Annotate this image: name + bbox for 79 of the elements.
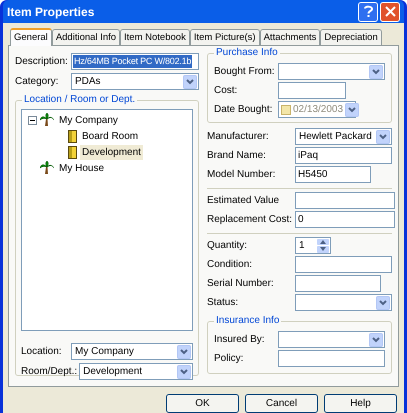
field-label: Condition: [207, 258, 254, 272]
field-label: Estimated Value [207, 194, 280, 208]
text-field[interactable] [295, 275, 381, 292]
combo-box[interactable]: My Company [71, 343, 193, 360]
door-icon [68, 130, 77, 142]
palm-tree-icon [40, 161, 54, 175]
tab[interactable]: Item Notebook [120, 29, 190, 45]
tab[interactable]: Additional Info [52, 29, 120, 45]
dropdown-button[interactable] [369, 64, 383, 78]
field-label: Manufacturer: [207, 130, 270, 144]
chevron-down-icon [372, 68, 380, 74]
field-label: Date Bought: [214, 103, 274, 117]
tree-item[interactable]: Board Room [80, 128, 140, 144]
field-label: Policy: [214, 352, 244, 366]
group-title: Location / Room or Dept. [22, 94, 138, 106]
text-field[interactable] [278, 82, 346, 99]
combo-box[interactable] [278, 331, 385, 348]
chevron-down-icon [186, 78, 194, 84]
field-label: Brand Name: [207, 149, 267, 163]
combo-box[interactable] [278, 63, 385, 80]
field-label: Model Number: [207, 168, 276, 182]
field-label: Room/Dept.: [21, 365, 78, 379]
help-button[interactable] [358, 2, 378, 22]
field-label: Quantity: [207, 239, 248, 253]
chevron-down-icon [180, 348, 188, 354]
chevron-down-icon [372, 336, 380, 342]
dropdown-button[interactable] [177, 364, 191, 378]
field-label: Category: [15, 75, 60, 89]
chevron-down-icon [180, 368, 188, 374]
combo-box[interactable]: Development [79, 363, 193, 380]
chevron-down-icon [379, 134, 387, 140]
arrow-up-icon [320, 240, 326, 244]
window-title: Item Properties [7, 4, 96, 20]
tree-item[interactable]: Development [80, 144, 143, 160]
field-label: Status: [207, 296, 240, 310]
question-mark-icon [364, 5, 372, 18]
palm-tree-icon [40, 113, 54, 127]
text-field[interactable] [278, 350, 385, 367]
dialog-button[interactable]: Cancel [245, 394, 318, 413]
tab[interactable]: Attachments [260, 29, 320, 45]
door-icon [68, 146, 77, 158]
chevron-down-icon [379, 300, 387, 306]
chevron-down-icon [348, 106, 356, 112]
text-field[interactable] [295, 256, 392, 273]
close-button[interactable] [380, 2, 400, 22]
field-label: Location: [21, 345, 63, 359]
field-label: Cost: [214, 84, 238, 98]
spin-buttons[interactable] [317, 238, 329, 252]
combo-box[interactable]: PDAs [71, 73, 199, 90]
text-field[interactable]: 0 [295, 211, 395, 228]
dialog-button[interactable]: OK [166, 394, 239, 413]
dropdown-button[interactable] [177, 344, 191, 358]
text-field[interactable]: Hz/64MB Pocket PC W/802.1b [71, 53, 199, 70]
spin-box[interactable]: 1 [295, 237, 331, 254]
dialog-button[interactable]: Help [324, 394, 397, 413]
close-icon [384, 6, 396, 17]
tab[interactable]: Item Picture(s) [190, 29, 260, 45]
dropdown-button[interactable] [369, 332, 383, 346]
collapse-toggle-icon[interactable] [28, 116, 37, 124]
dropdown-button[interactable] [376, 296, 390, 310]
dropdown-button[interactable] [345, 102, 360, 116]
tab[interactable]: Depreciation [320, 29, 382, 45]
field-label: Bought From: [214, 65, 276, 79]
field-label: Replacement Cost: [207, 213, 293, 227]
field-label: Insured By: [214, 333, 266, 347]
text-field[interactable] [295, 192, 395, 209]
tree-item[interactable]: My Company [57, 112, 120, 128]
checkbox-icon[interactable] [281, 104, 291, 114]
arrow-down-icon [320, 247, 326, 252]
dropdown-button[interactable] [376, 130, 390, 144]
tree-item[interactable]: My House [57, 160, 106, 176]
tab[interactable]: General [10, 28, 52, 46]
field-label: Serial Number: [207, 277, 275, 291]
field-label: Description: [15, 55, 69, 69]
combo-box[interactable]: Hewlett Packard [295, 128, 392, 145]
text-field[interactable]: iPaq [295, 147, 392, 164]
dropdown-button[interactable] [183, 74, 197, 88]
text-field[interactable]: H5450 [295, 166, 371, 183]
combo-box[interactable] [295, 294, 392, 311]
